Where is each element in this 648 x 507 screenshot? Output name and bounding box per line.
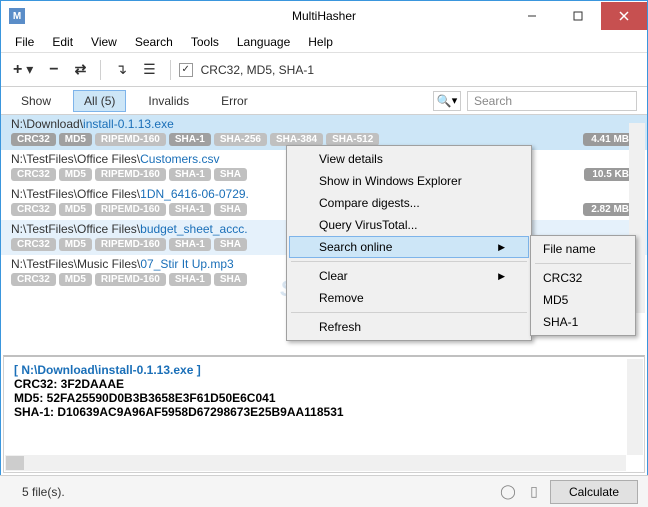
chevron-right-icon: ▶	[498, 271, 505, 282]
submenu: File name CRC32 MD5 SHA-1	[530, 235, 636, 336]
toolbar-separator	[170, 60, 171, 80]
ctx-separator	[291, 312, 527, 313]
hash-badge: CRC32	[11, 238, 56, 251]
menubar: File Edit View Search Tools Language Hel…	[1, 31, 647, 53]
sub-sha1[interactable]: SHA-1	[533, 311, 633, 333]
menu-file[interactable]: File	[7, 33, 42, 51]
ctx-query-vt[interactable]: Query VirusTotal...	[289, 214, 529, 236]
menu-edit[interactable]: Edit	[44, 33, 81, 51]
context-menu: View details Show in Windows Explorer Co…	[286, 145, 532, 341]
window-title: MultiHasher	[292, 9, 356, 23]
hash-badge: SHA	[214, 238, 247, 251]
hash-badge: RIPEMD-160	[95, 273, 166, 286]
window-controls	[509, 2, 647, 30]
hash-badge: CRC32	[11, 203, 56, 216]
sub-md5[interactable]: MD5	[533, 289, 633, 311]
file-path: N:\Download\install-0.1.13.exe	[11, 117, 637, 131]
hash-badge: MD5	[59, 203, 92, 216]
filter-invalids[interactable]: Invalids	[138, 91, 199, 111]
hash-types-label: CRC32, MD5, SHA-1	[201, 63, 314, 77]
chevron-right-icon: ▶	[498, 242, 505, 253]
app-icon: M	[9, 8, 25, 24]
ctx-show-explorer[interactable]: Show in Windows Explorer	[289, 170, 529, 192]
details-md5: MD5: 52FA25590D0B3B3658E3F61D50E6C041	[14, 391, 634, 405]
hash-badge: RIPEMD-160	[95, 238, 166, 251]
hash-badge: SHA	[214, 168, 247, 181]
hash-badge: SHA	[214, 273, 247, 286]
hash-badge: SHA-1	[169, 273, 211, 286]
search-icon: 🔍	[437, 94, 452, 108]
file-name: budget_sheet_accc.	[140, 222, 247, 236]
hash-badge: RIPEMD-160	[95, 203, 166, 216]
calculate-button[interactable]: Calculate	[550, 480, 638, 504]
toolbar-separator	[100, 60, 101, 80]
details-scrollbar-v[interactable]	[627, 359, 643, 455]
clear-button[interactable]: ⇄	[69, 57, 93, 82]
file-name: 1DN_6416-06-0729.	[140, 187, 249, 201]
status-text: 5 file(s).	[10, 485, 65, 499]
pause-icon[interactable]: ▯	[524, 482, 544, 502]
statusbar: 5 file(s). ◯ ▯ Calculate	[0, 475, 648, 507]
ctx-refresh[interactable]: Refresh	[289, 316, 529, 338]
remove-button[interactable]: −	[43, 57, 64, 83]
filter-error[interactable]: Error	[211, 91, 258, 111]
hash-badge: RIPEMD-160	[95, 133, 166, 146]
ctx-remove[interactable]: Remove	[289, 287, 529, 309]
hash-badge: SHA-1	[169, 168, 211, 181]
menu-tools[interactable]: Tools	[183, 33, 227, 51]
search-area: 🔍▾ Search	[433, 91, 637, 111]
hash-badge: MD5	[59, 273, 92, 286]
ctx-separator	[535, 263, 631, 264]
filter-all[interactable]: All (5)	[73, 90, 126, 112]
hash-badge: CRC32	[11, 168, 56, 181]
menu-language[interactable]: Language	[229, 33, 298, 51]
menu-help[interactable]: Help	[300, 33, 341, 51]
hash-badge: SHA-256	[214, 133, 267, 146]
hash-badge: CRC32	[11, 133, 56, 146]
titlebar: M MultiHasher	[1, 1, 647, 31]
hash-badge: SHA-1	[169, 238, 211, 251]
export-button[interactable]: ☰	[137, 57, 162, 82]
sub-filename[interactable]: File name	[533, 238, 633, 260]
file-name: 07_Stir It Up.mp3	[140, 257, 233, 271]
hash-badge: CRC32	[11, 273, 56, 286]
toolbar: + ▾ − ⇄ ↴ ☰ CRC32, MD5, SHA-1	[1, 53, 647, 87]
file-name: install-0.1.13.exe	[83, 117, 174, 131]
ctx-clear[interactable]: Clear▶	[289, 265, 529, 287]
sub-crc32[interactable]: CRC32	[533, 267, 633, 289]
hash-badge: MD5	[59, 168, 92, 181]
file-name: Customers.csv	[140, 152, 219, 166]
hash-badge: SHA-1	[169, 203, 211, 216]
hash-badge: RIPEMD-160	[95, 168, 166, 181]
hash-types-checkbox[interactable]	[179, 63, 193, 77]
filter-show-label: Show	[11, 91, 61, 111]
filterbar: Show All (5) Invalids Error 🔍▾ Search	[1, 87, 647, 115]
search-input[interactable]: Search	[467, 91, 637, 111]
menu-view[interactable]: View	[83, 33, 125, 51]
details-sha1: SHA-1: D10639AC9A96AF5958D67298673E25B9A…	[14, 405, 634, 419]
details-header: [ N:\Download\install-0.1.13.exe ]	[14, 363, 634, 377]
close-button[interactable]	[601, 2, 647, 30]
ctx-view-details[interactable]: View details	[289, 148, 529, 170]
details-scrollbar-h[interactable]	[5, 455, 626, 471]
scrollbar-thumb[interactable]	[6, 456, 24, 470]
hash-badge: SHA-1	[169, 133, 211, 146]
maximize-button[interactable]	[555, 2, 601, 30]
stop-icon[interactable]: ◯	[498, 482, 518, 502]
hash-badge: MD5	[59, 238, 92, 251]
paste-button[interactable]: ↴	[109, 57, 133, 82]
menu-search[interactable]: Search	[127, 33, 181, 51]
ctx-compare[interactable]: Compare digests...	[289, 192, 529, 214]
details-crc32: CRC32: 3F2DAAAE	[14, 377, 634, 391]
search-options-button[interactable]: 🔍▾	[433, 91, 461, 111]
ctx-separator	[291, 261, 527, 262]
ctx-search-online[interactable]: Search online▶	[289, 236, 529, 258]
minimize-button[interactable]	[509, 2, 555, 30]
hash-badge: MD5	[59, 133, 92, 146]
hash-badge: SHA	[214, 203, 247, 216]
add-button[interactable]: + ▾	[7, 57, 39, 83]
